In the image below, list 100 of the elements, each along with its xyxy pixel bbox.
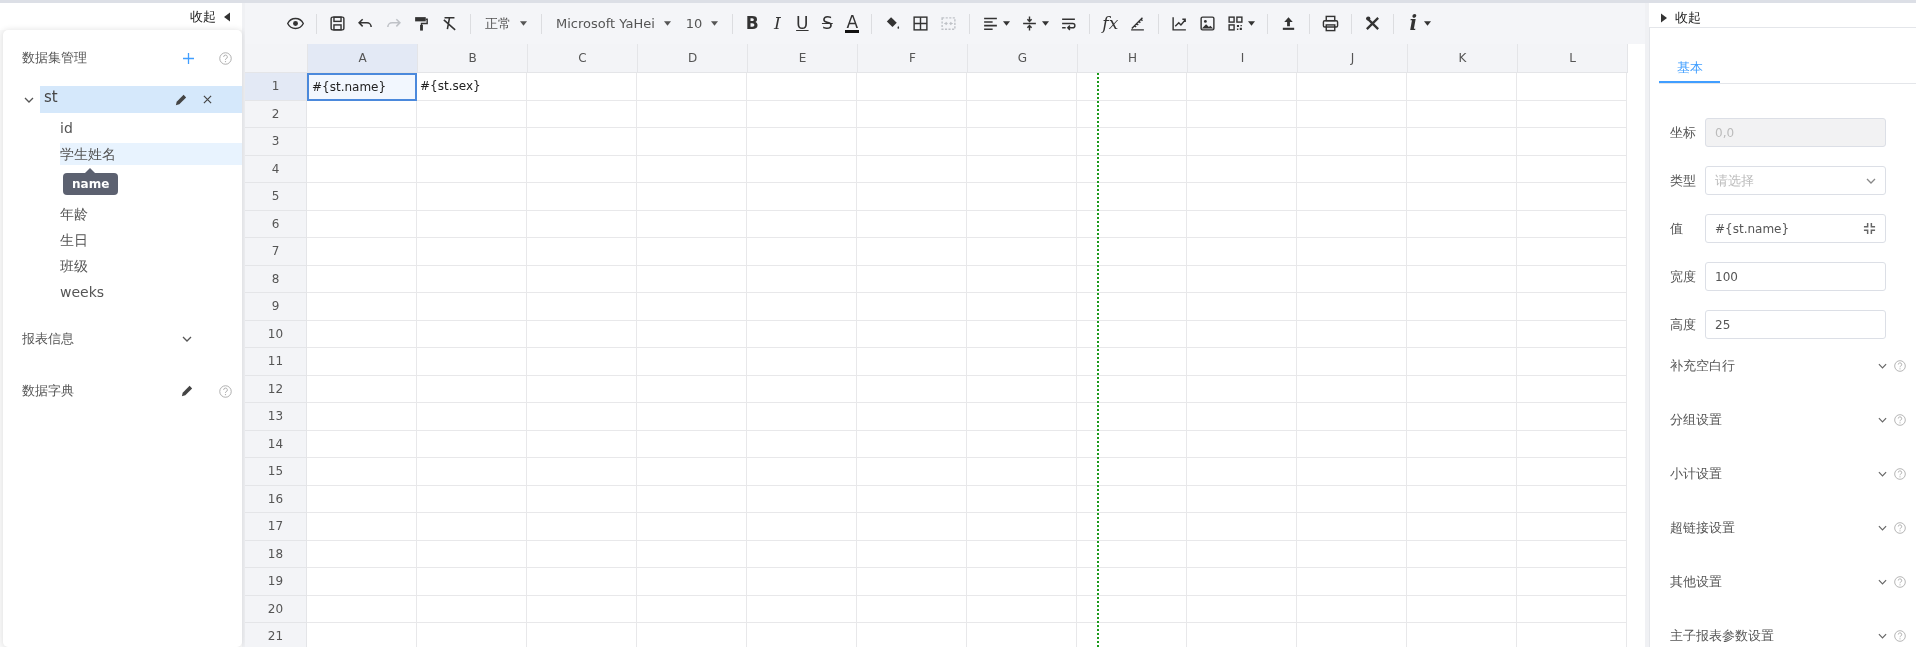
chevron-down-icon[interactable] bbox=[1878, 417, 1887, 423]
table-cell[interactable] bbox=[527, 73, 637, 101]
section-title[interactable]: 超链接设置 bbox=[1670, 519, 1878, 537]
collapse-arrows-icon[interactable] bbox=[1863, 222, 1876, 235]
row-header[interactable]: 9 bbox=[245, 293, 307, 321]
table-cell[interactable] bbox=[637, 73, 747, 101]
chevron-down-icon[interactable] bbox=[182, 336, 192, 342]
row-header[interactable]: 12 bbox=[245, 375, 307, 403]
help-icon[interactable] bbox=[219, 51, 232, 65]
dropdown-select[interactable]: 正常 bbox=[479, 9, 533, 38]
table-cell[interactable] bbox=[1077, 513, 1187, 541]
row-header[interactable]: 2 bbox=[245, 100, 307, 128]
edit-icon[interactable] bbox=[181, 385, 193, 397]
table-cell[interactable] bbox=[1077, 595, 1187, 623]
chevron-down-icon[interactable] bbox=[1878, 633, 1887, 639]
section-title[interactable]: 小计设置 bbox=[1670, 465, 1878, 483]
table-cell[interactable] bbox=[1077, 430, 1187, 458]
row-header[interactable]: 14 bbox=[245, 430, 307, 458]
row-header[interactable]: 10 bbox=[245, 320, 307, 348]
table-cell[interactable] bbox=[307, 568, 417, 596]
section-title[interactable]: 补充空白行 bbox=[1670, 357, 1878, 375]
row-header[interactable]: 15 bbox=[245, 458, 307, 486]
row-header[interactable]: 7 bbox=[245, 238, 307, 266]
collapse-label[interactable]: 收起 bbox=[190, 7, 216, 26]
table-cell[interactable] bbox=[1077, 183, 1187, 211]
close-icon[interactable] bbox=[203, 95, 212, 104]
grid-corner[interactable] bbox=[245, 44, 308, 73]
table-cell[interactable] bbox=[1077, 238, 1187, 266]
chevron-down-icon[interactable] bbox=[1878, 579, 1887, 585]
table-cell[interactable] bbox=[307, 155, 417, 183]
table-cell[interactable] bbox=[307, 375, 417, 403]
table-cell[interactable] bbox=[1077, 485, 1187, 513]
table-cell[interactable] bbox=[1077, 128, 1187, 156]
expand-chevron-icon[interactable] bbox=[24, 96, 34, 103]
table-cell[interactable]: #{st.sex} bbox=[417, 73, 527, 101]
table-cell[interactable] bbox=[1077, 265, 1187, 293]
field-item[interactable]: id bbox=[60, 117, 242, 139]
column-header[interactable]: B bbox=[418, 44, 528, 73]
column-header[interactable]: L bbox=[1518, 44, 1628, 73]
help-icon[interactable] bbox=[1894, 414, 1906, 426]
field-item[interactable]: 学生姓名 bbox=[60, 143, 242, 165]
table-cell[interactable] bbox=[307, 128, 417, 156]
table-cell[interactable] bbox=[307, 210, 417, 238]
table-cell[interactable] bbox=[1077, 155, 1187, 183]
collapse-label[interactable]: 收起 bbox=[1675, 9, 1701, 27]
column-header[interactable]: H bbox=[1078, 44, 1188, 73]
bold-button[interactable]: B bbox=[741, 9, 764, 38]
table-cell[interactable] bbox=[307, 595, 417, 623]
table-cell[interactable] bbox=[417, 100, 527, 128]
table-cell[interactable] bbox=[1077, 540, 1187, 568]
add-icon[interactable] bbox=[183, 52, 194, 64]
chevron-down-icon[interactable] bbox=[1878, 525, 1887, 531]
expand-arrow-icon[interactable] bbox=[1661, 13, 1667, 23]
column-header[interactable]: E bbox=[748, 44, 858, 73]
table-cell[interactable] bbox=[307, 403, 417, 431]
row-header[interactable]: 1 bbox=[245, 73, 307, 101]
help-icon[interactable] bbox=[1894, 468, 1906, 480]
help-icon[interactable] bbox=[1894, 522, 1906, 534]
help-icon[interactable] bbox=[1894, 360, 1906, 372]
column-header[interactable]: A bbox=[308, 44, 418, 73]
row-header[interactable]: 21 bbox=[245, 623, 307, 647]
table-cell[interactable] bbox=[1517, 73, 1627, 101]
table-cell[interactable] bbox=[307, 458, 417, 486]
table-cell[interactable] bbox=[307, 430, 417, 458]
table-cell[interactable] bbox=[747, 73, 857, 101]
row-header[interactable]: 5 bbox=[245, 183, 307, 211]
table-cell[interactable] bbox=[857, 73, 967, 101]
help-icon[interactable] bbox=[1894, 576, 1906, 588]
row-header[interactable]: 18 bbox=[245, 540, 307, 568]
column-header[interactable]: J bbox=[1298, 44, 1408, 73]
collapse-arrow-icon[interactable] bbox=[224, 11, 230, 22]
table-cell[interactable] bbox=[307, 485, 417, 513]
formula-button[interactable]: fx bbox=[1098, 9, 1123, 38]
table-cell[interactable] bbox=[307, 540, 417, 568]
table-cell[interactable] bbox=[967, 73, 1077, 101]
dropdown-select[interactable]: Microsoft YaHei bbox=[550, 9, 677, 38]
help-icon[interactable] bbox=[219, 384, 232, 398]
table-cell[interactable] bbox=[307, 100, 417, 128]
section-title[interactable]: 其他设置 bbox=[1670, 573, 1878, 591]
table-cell[interactable] bbox=[1077, 293, 1187, 321]
dropdown-select[interactable]: 10 bbox=[679, 9, 725, 38]
field-item[interactable]: 班级 bbox=[60, 255, 242, 277]
table-cell[interactable] bbox=[1077, 210, 1187, 238]
field-item[interactable]: weeks bbox=[60, 281, 242, 303]
row-header[interactable]: 8 bbox=[245, 265, 307, 293]
row-header[interactable]: 17 bbox=[245, 513, 307, 541]
row-header[interactable]: 20 bbox=[245, 595, 307, 623]
row-header[interactable]: 3 bbox=[245, 128, 307, 156]
italic-button[interactable]: I bbox=[766, 9, 789, 38]
table-cell[interactable]: #{st.name} bbox=[307, 73, 417, 101]
underline-button[interactable]: U bbox=[791, 9, 814, 38]
row-header[interactable]: 6 bbox=[245, 210, 307, 238]
text-color-button[interactable]: A bbox=[841, 9, 864, 38]
table-cell[interactable] bbox=[1077, 73, 1187, 101]
section-title[interactable]: 分组设置 bbox=[1670, 411, 1878, 429]
table-cell[interactable] bbox=[1077, 348, 1187, 376]
table-cell[interactable] bbox=[1407, 73, 1517, 101]
input-field[interactable]: 100 bbox=[1705, 262, 1886, 291]
chevron-down-icon[interactable] bbox=[1878, 471, 1887, 477]
table-cell[interactable] bbox=[307, 238, 417, 266]
